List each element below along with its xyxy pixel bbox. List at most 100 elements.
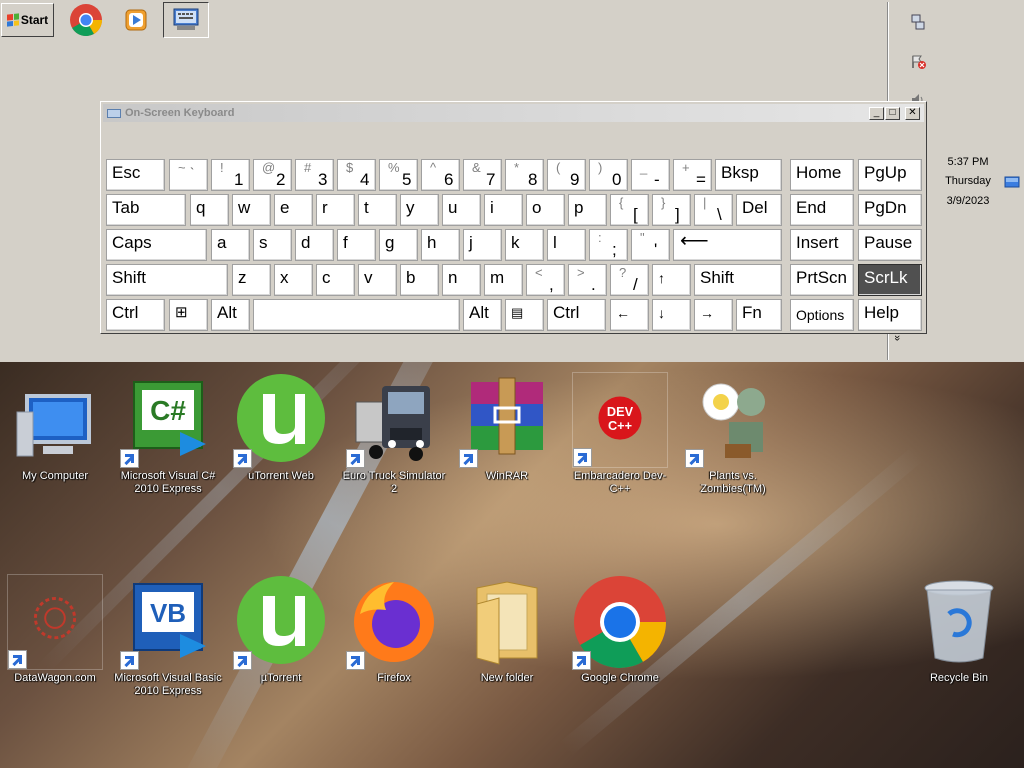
key-backspace[interactable]: Bksp [715, 159, 782, 191]
key-quote[interactable]: " ' [631, 229, 670, 261]
key-d[interactable]: d [295, 229, 334, 261]
key-ctrl-left[interactable]: Ctrl [106, 299, 165, 331]
desktop-icon-visual-csharp[interactable]: C# Microsoft Visual C# 2010 Express [113, 372, 223, 496]
key-3[interactable]: #3 [295, 159, 334, 191]
key-up-arrow[interactable]: ↑ [652, 264, 691, 296]
key-right-arrow[interactable]: → [694, 299, 733, 331]
key-5[interactable]: % 5 [379, 159, 418, 191]
key-w[interactable]: w [232, 194, 271, 226]
key-del[interactable]: Del [736, 194, 782, 226]
key-p[interactable]: p [568, 194, 607, 226]
key-fn[interactable]: Fn [736, 299, 782, 331]
media-player-quicklaunch-button[interactable] [113, 2, 159, 38]
key-backslash[interactable]: | \ [694, 194, 733, 226]
key-pause[interactable]: Pause [858, 229, 922, 261]
desktop-icon-plants-vs-zombies[interactable]: Plants vs. Zombies(TM) [678, 372, 788, 496]
desktop-icon-firefox[interactable]: Firefox [339, 574, 449, 685]
start-button[interactable]: Start [1, 3, 54, 37]
key-alt-right[interactable]: Alt [463, 299, 502, 331]
key-r[interactable]: r [316, 194, 355, 226]
key-ctrl-right[interactable]: Ctrl [547, 299, 606, 331]
key-right-bracket[interactable]: }] [652, 194, 691, 226]
key-x[interactable]: x [274, 264, 313, 296]
key-windows[interactable]: ⊞ [169, 299, 208, 331]
key-j[interactable]: j [463, 229, 502, 261]
desktop-icon-devcpp[interactable]: DEV C++ Embarcadero Dev-C++ [565, 372, 675, 496]
action-center-alert-icon[interactable] [910, 54, 926, 70]
key-z[interactable]: z [232, 264, 271, 296]
close-button[interactable]: ✕ [905, 107, 920, 120]
key-enter[interactable]: ⟵ [673, 229, 782, 261]
chrome-quicklaunch-button[interactable] [63, 2, 109, 38]
key-n[interactable]: n [442, 264, 481, 296]
key-tab[interactable]: Tab [106, 194, 186, 226]
key-u[interactable]: u [442, 194, 481, 226]
key-period[interactable]: >. [568, 264, 607, 296]
key-4[interactable]: $4 [337, 159, 376, 191]
desktop-icon-datawagon[interactable]: DataWagon.com [0, 574, 110, 685]
osk-taskbar-button[interactable] [163, 2, 209, 38]
key-down-arrow[interactable]: ↓ [652, 299, 691, 331]
desktop-icon-my-computer[interactable]: My Computer [0, 372, 110, 483]
key-b[interactable]: b [400, 264, 439, 296]
key-menu[interactable]: ▤ [505, 299, 544, 331]
desktop-icon-utorrent[interactable]: µTorrent [226, 574, 336, 685]
key-pgdn[interactable]: PgDn [858, 194, 922, 226]
desktop-icon-euro-truck-simulator[interactable]: Euro Truck Simulator 2 [339, 372, 449, 496]
key-slash[interactable]: ? / [610, 264, 649, 296]
key-k[interactable]: k [505, 229, 544, 261]
clock-time[interactable]: 5:37 PM [938, 156, 998, 168]
key-7[interactable]: & 7 [463, 159, 502, 191]
desktop-icon-google-chrome[interactable]: Google Chrome [565, 574, 675, 685]
key-q[interactable]: q [190, 194, 229, 226]
key-o[interactable]: o [526, 194, 565, 226]
key-shift-left[interactable]: Shift [106, 264, 228, 296]
clock-date[interactable]: 3/9/2023 [938, 195, 998, 207]
key-shift-right[interactable]: Shift [694, 264, 782, 296]
key-1[interactable]: ! 1 [211, 159, 250, 191]
key-i[interactable]: i [484, 194, 523, 226]
key-s[interactable]: s [253, 229, 292, 261]
desktop-icon-winrar[interactable]: WinRAR [452, 372, 562, 483]
key-alt-left[interactable]: Alt [211, 299, 250, 331]
clock-day[interactable]: Thursday [938, 175, 998, 187]
key-a[interactable]: a [211, 229, 250, 261]
key-home[interactable]: Home [790, 159, 854, 191]
key-scrlk[interactable]: ScrLk [858, 264, 922, 296]
key-2[interactable]: @2 [253, 159, 292, 191]
key-l[interactable]: l [547, 229, 586, 261]
desktop-icon-new-folder[interactable]: New folder [452, 574, 562, 685]
tray-expand-button[interactable]: » [891, 335, 903, 345]
key-m[interactable]: m [484, 264, 523, 296]
network-icon[interactable] [910, 14, 926, 30]
key-space[interactable] [253, 299, 460, 331]
key-left-arrow[interactable]: ← [610, 299, 649, 331]
desktop-icon-recycle-bin[interactable]: Recycle Bin [904, 574, 1014, 685]
show-desktop-icon[interactable] [1004, 174, 1020, 190]
key-y[interactable]: y [400, 194, 439, 226]
key-help[interactable]: Help [858, 299, 922, 331]
key-equals[interactable]: + = [673, 159, 712, 191]
maximize-button[interactable]: □ [885, 107, 900, 120]
key-9[interactable]: (9 [547, 159, 586, 191]
key-semicolon[interactable]: :; [589, 229, 628, 261]
key-end[interactable]: End [790, 194, 854, 226]
desktop-icon-visual-basic[interactable]: VB Microsoft Visual Basic 2010 Express [113, 574, 223, 698]
key-comma[interactable]: <, [526, 264, 565, 296]
key-8[interactable]: * 8 [505, 159, 544, 191]
key-g[interactable]: g [379, 229, 418, 261]
key-left-bracket[interactable]: {[ [610, 194, 649, 226]
key-e[interactable]: e [274, 194, 313, 226]
key-t[interactable]: t [358, 194, 397, 226]
key-caps[interactable]: Caps [106, 229, 207, 261]
key-pgup[interactable]: PgUp [858, 159, 922, 191]
key-h[interactable]: h [421, 229, 460, 261]
key-v[interactable]: v [358, 264, 397, 296]
key-options[interactable]: Options [790, 299, 854, 331]
key-insert[interactable]: Insert [790, 229, 854, 261]
key-6[interactable]: ^ 6 [421, 159, 460, 191]
key-0[interactable]: ) 0 [589, 159, 628, 191]
key-prtscn[interactable]: PrtScn [790, 264, 854, 296]
key-tilde[interactable]: ~ ` [169, 159, 208, 191]
minimize-button[interactable]: _ [869, 107, 884, 120]
